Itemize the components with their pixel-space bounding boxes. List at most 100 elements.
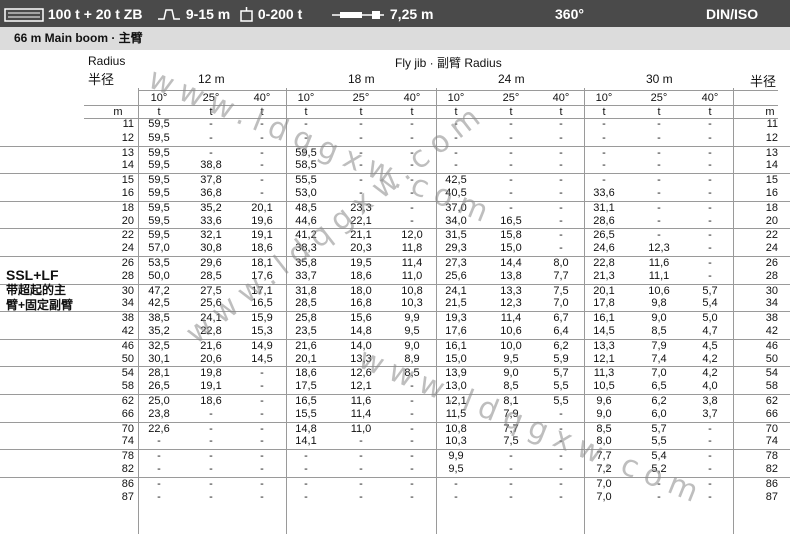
capacity-cell: - [359, 463, 363, 475]
capacity-cell: 26,5 [148, 380, 170, 393]
capacity-cell: - [708, 131, 712, 144]
capacity-cell: - [209, 490, 213, 503]
capacity-cell: - [657, 187, 661, 199]
capacity-cell: 23,5 [295, 325, 317, 337]
capacity-cell: - [602, 118, 606, 130]
capacity-cell: - [602, 131, 606, 144]
capacity-cell: 6,7 [553, 312, 569, 325]
capacity-cell: - [260, 407, 264, 420]
unit-t: t [359, 106, 363, 118]
capacity-cell: 10,6 [500, 325, 522, 337]
ssl-lf-desc-line1: 带超起的主 [6, 283, 67, 297]
capacity-cell: 12,3 [500, 297, 522, 310]
capacity-cell: 10,3 [445, 435, 467, 448]
capacity-cell: - [209, 146, 213, 159]
capacity-cell: 25,8 [295, 312, 317, 325]
radius-cell-right: 20 [765, 214, 778, 227]
radius-cell-right: 18 [765, 201, 778, 214]
capacity-cell: 18,6 [350, 269, 372, 282]
capacity-cell: 7,9 [651, 339, 667, 352]
radius-cell-right: 82 [765, 463, 778, 475]
radius-cell: 87 [121, 490, 134, 503]
capacity-cell: 21,5 [445, 297, 467, 310]
radius-cell-right: 14 [765, 159, 778, 172]
capacity-cell: - [602, 159, 606, 172]
capacity-cell: 32,1 [200, 229, 222, 242]
jib-length-18: 18 m [348, 72, 375, 86]
unit-t: t [559, 106, 563, 118]
capacity-cell: 32,5 [148, 339, 170, 352]
radius-cell: 42 [121, 325, 134, 337]
capacity-cell: 18,6 [295, 367, 317, 380]
table-row: 42 35,2 22,8 15,3 23,5 14,8 9,5 17,6 10,6 6,4 14,5… [0, 325, 790, 339]
capacity-cell: 57,0 [148, 242, 170, 255]
capacity-cell: 4,2 [702, 352, 718, 365]
capacity-cell: - [260, 159, 264, 172]
capacity-cell: 53,5 [148, 257, 170, 269]
capacity-cell: - [708, 450, 712, 463]
table-row: 30 47,2 27,5 17,1 31,8 18,0 10,8 24,1 13,3 7,5 20,… [0, 283, 790, 299]
capacity-cell: 7,5 [553, 284, 569, 297]
capacity-cell: - [509, 477, 513, 490]
capacity-cell: - [410, 463, 414, 475]
capacity-cell: - [657, 174, 661, 187]
header-divider [138, 90, 778, 91]
capacity-cell: 11,1 [648, 269, 670, 282]
boom-base-icon [332, 11, 384, 20]
capacity-cell: 9,9 [404, 312, 420, 325]
capacity-cell: - [509, 450, 513, 463]
capacity-cell: 23,8 [148, 407, 170, 420]
capacity-cell: - [260, 450, 264, 463]
capacity-cell: 18,6 [200, 395, 222, 407]
capacity-cell: - [410, 477, 414, 490]
unit-m-left: m [113, 106, 123, 118]
radius-cell: 86 [121, 477, 134, 490]
capacity-cell: - [509, 146, 513, 159]
capacity-cell: - [509, 159, 513, 172]
capacity-cell: 59,5 [148, 229, 170, 242]
capacity-cell: - [559, 187, 563, 199]
capacity-cell: - [157, 477, 161, 490]
radius-cell: 11 [122, 118, 134, 130]
capacity-cell: 22,8 [593, 257, 615, 269]
capacity-cell: - [209, 407, 213, 420]
capacity-cell: 6,4 [553, 325, 569, 337]
capacity-cell: 20,1 [251, 201, 273, 214]
capacity-cell: 5,0 [702, 312, 718, 325]
capacity-cell: - [509, 118, 513, 130]
radius-cell: 12 [121, 131, 134, 144]
capacity-cell: - [359, 450, 363, 463]
capacity-cell: 9,8 [651, 297, 667, 310]
superlift-group: 0-200 t [240, 4, 302, 24]
standard-value: DIN/ISO [706, 6, 759, 22]
capacity-cell: - [708, 257, 712, 269]
angle-30-25: 25° [650, 92, 668, 104]
capacity-cell: 4,2 [702, 367, 718, 380]
capacity-cell: 9,9 [448, 450, 464, 463]
radius-cell: 24 [121, 242, 134, 255]
radius-cell: 50 [121, 352, 134, 365]
capacity-cell: 6,2 [651, 395, 667, 407]
capacity-cell: - [410, 407, 414, 420]
capacity-cell: 31,1 [593, 201, 615, 214]
capacity-cell: 16,1 [445, 339, 467, 352]
outrigger-base-value: 9-15 m [185, 6, 231, 22]
capacity-cell: - [708, 146, 712, 159]
capacity-cell: 5,5 [651, 435, 667, 448]
radius-label-en: Radius [88, 54, 126, 68]
capacity-cell: 14,8 [350, 325, 372, 337]
radius-cell-right: 46 [765, 339, 778, 352]
radius-cell: 16 [121, 187, 134, 199]
capacity-cell: - [157, 463, 161, 475]
radius-cell-right: 28 [765, 269, 778, 282]
capacity-cell: - [509, 490, 513, 503]
capacity-cell: 6,2 [553, 339, 569, 352]
radius-cell-right: 11 [766, 118, 778, 130]
capacity-cell: - [410, 490, 414, 503]
capacity-cell: 5,7 [553, 367, 569, 380]
capacity-cell: - [410, 435, 414, 448]
capacity-cell: 9,5 [503, 352, 519, 365]
capacity-cell: 24,6 [593, 242, 615, 255]
capacity-cell: 6,0 [651, 407, 667, 420]
capacity-cell: 30,8 [200, 242, 222, 255]
